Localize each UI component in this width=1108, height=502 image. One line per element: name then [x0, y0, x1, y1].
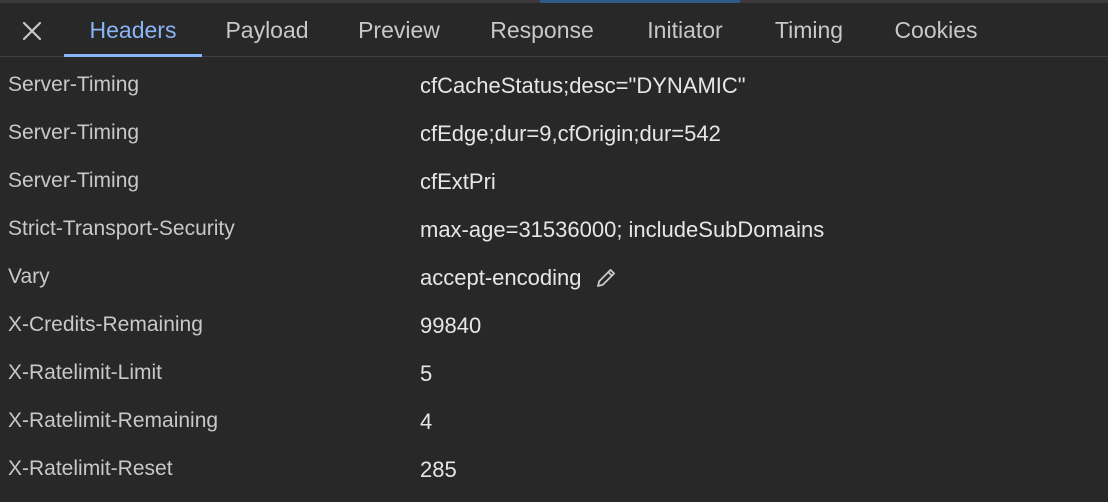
tab-label: Cookies	[894, 16, 978, 43]
tab-preview[interactable]: Preview	[340, 3, 458, 57]
header-value: accept-encoding	[420, 265, 619, 291]
details-tab-bar: Headers Payload Preview Response Initiat…	[0, 3, 1108, 57]
header-value-text: 285	[420, 457, 457, 482]
tab-label: Timing	[774, 16, 844, 43]
header-name: X-Credits-Remaining	[8, 313, 203, 336]
header-row: Server-Timing cfCacheStatus;desc="DYNAMI…	[0, 64, 1108, 112]
header-name: Vary	[8, 265, 50, 288]
header-row: X-Credits-Remaining 99840	[0, 304, 1108, 352]
tab-initiator[interactable]: Initiator	[626, 3, 744, 57]
header-value: 285	[420, 457, 457, 483]
header-value-text: max-age=31536000; includeSubDomains	[420, 217, 825, 242]
tab-response[interactable]: Response	[472, 3, 612, 57]
header-row: Vary accept-encoding	[0, 256, 1108, 304]
header-row: Server-Timing cfExtPri	[0, 160, 1108, 208]
header-name: Server-Timing	[8, 121, 140, 144]
header-value-text: cfEdge;dur=9,cfOrigin;dur=542	[420, 121, 721, 146]
tab-label: Preview	[358, 16, 440, 43]
header-name: X-Ratelimit-Reset	[8, 457, 173, 480]
header-name: Server-Timing	[8, 169, 140, 192]
header-name: Server-Timing	[8, 73, 140, 96]
header-value: cfEdge;dur=9,cfOrigin;dur=542	[420, 121, 721, 147]
header-row: Server-Timing cfEdge;dur=9,cfOrigin;dur=…	[0, 112, 1108, 160]
close-details-button[interactable]	[14, 15, 50, 47]
header-value: 4	[420, 409, 432, 435]
header-row: Strict-Transport-Security max-age=315360…	[0, 208, 1108, 256]
network-details-panel: Headers Payload Preview Response Initiat…	[0, 0, 1108, 502]
tab-label: Response	[490, 16, 594, 43]
header-value: max-age=31536000; includeSubDomains	[420, 217, 824, 243]
header-value-text: 99840	[420, 313, 482, 338]
header-value: cfCacheStatus;desc="DYNAMIC"	[420, 73, 746, 99]
header-row: X-Ratelimit-Reset 285	[0, 448, 1108, 496]
header-value-text: accept-encoding	[420, 265, 582, 290]
header-value-text: cfExtPri	[420, 169, 496, 194]
tab-headers[interactable]: Headers	[64, 3, 202, 57]
header-row: X-Ratelimit-Limit 5	[0, 352, 1108, 400]
header-name: X-Ratelimit-Remaining	[8, 409, 219, 432]
header-row: X-Ratelimit-Remaining 4	[0, 400, 1108, 448]
header-value-text: 5	[420, 361, 433, 386]
header-value: 5	[420, 361, 432, 387]
tab-timing[interactable]: Timing	[758, 3, 860, 57]
header-value: cfExtPri	[420, 169, 496, 195]
pencil-icon	[597, 269, 616, 287]
edit-header-button[interactable]	[593, 265, 619, 291]
header-value: 99840	[420, 313, 481, 339]
tab-label: Initiator	[647, 16, 723, 43]
header-value-text: 4	[420, 409, 433, 434]
tab-cookies[interactable]: Cookies	[876, 3, 996, 57]
tab-label: Payload	[225, 16, 309, 43]
header-value-text: cfCacheStatus;desc="DYNAMIC"	[420, 73, 746, 98]
header-name: X-Ratelimit-Limit	[8, 361, 163, 384]
tab-payload[interactable]: Payload	[208, 3, 326, 57]
response-headers-list: Server-Timing cfCacheStatus;desc="DYNAMI…	[0, 64, 1108, 496]
header-name: Strict-Transport-Security	[8, 217, 235, 240]
close-icon	[22, 21, 42, 41]
tab-label: Headers	[89, 16, 177, 43]
